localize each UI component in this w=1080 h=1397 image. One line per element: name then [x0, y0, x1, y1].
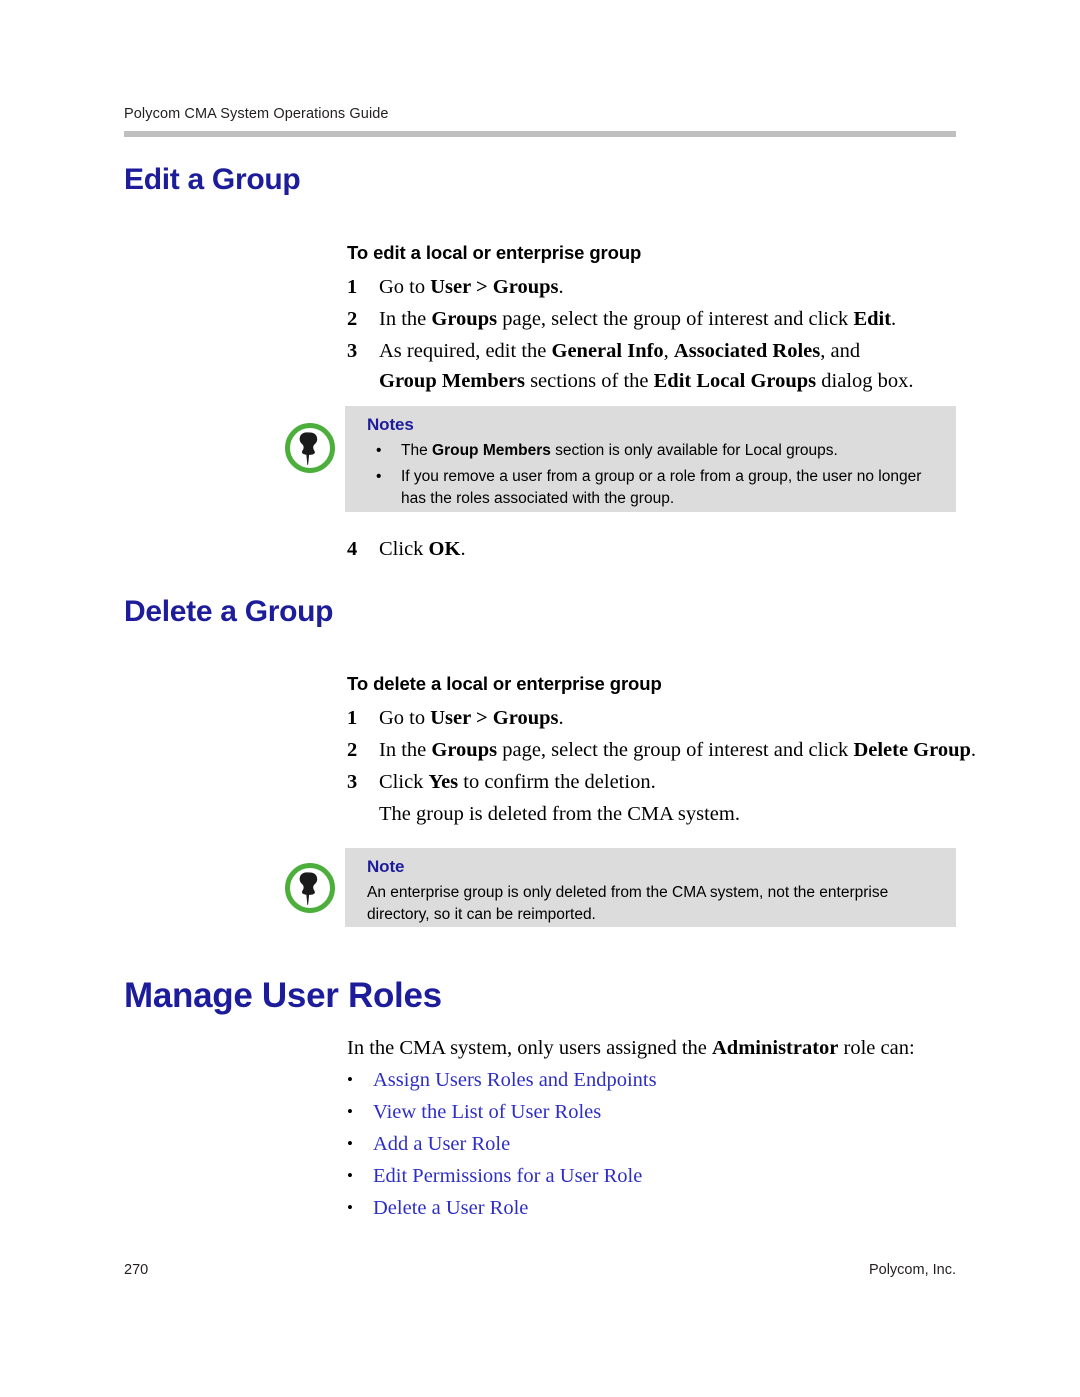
list-item[interactable]: • Assign Users Roles and Endpoints	[347, 1064, 907, 1096]
pushpin-icon	[281, 859, 339, 917]
step-item: 1 Go to User > Groups.	[347, 703, 947, 733]
manage-user-roles-intro: In the CMA system, only users assigned t…	[347, 1037, 915, 1059]
step-number: 1	[347, 276, 358, 298]
step-number: 3	[347, 340, 358, 362]
step-text: As required, edit the General Info, Asso…	[379, 340, 914, 392]
link-add-a-user-role[interactable]: Add a User Role	[373, 1128, 907, 1160]
heading-delete-a-group: Delete a Group	[124, 595, 334, 628]
step-text: Go to User > Groups.	[379, 276, 564, 298]
step-text: In the Groups page, select the group of …	[379, 308, 897, 330]
note-bullet-item: • If you remove a user from a group or a…	[367, 466, 938, 510]
note-bullet-item: • The Group Members section is only avai…	[367, 440, 938, 462]
procedure-title-edit-group: To edit a local or enterprise group	[347, 242, 642, 263]
step-item: 4 Click OK.	[347, 534, 747, 564]
footer-company-name: Polycom, Inc.	[868, 1262, 956, 1278]
note-body: An enterprise group is only deleted from…	[367, 884, 889, 923]
bullet-glyph: •	[376, 442, 382, 459]
step-item: 3 As required, edit the General Info, As…	[347, 336, 917, 396]
running-header: Polycom CMA System Operations Guide	[124, 106, 389, 122]
note-bullet-text: The Group Members section is only availa…	[401, 442, 838, 459]
step-number: 3	[347, 771, 358, 793]
bullet-glyph: •	[347, 1102, 353, 1121]
note-box: Note An enterprise group is only deleted…	[345, 848, 956, 927]
link-edit-permissions-for-a-user-role[interactable]: Edit Permissions for a User Role	[373, 1160, 907, 1192]
step-number: 2	[347, 308, 358, 330]
list-item[interactable]: • Edit Permissions for a User Role	[347, 1160, 907, 1192]
step-number: 1	[347, 707, 358, 729]
step-text: Click OK.	[379, 538, 466, 560]
heading-edit-a-group: Edit a Group	[124, 163, 301, 196]
step-item: 3 Click Yes to confirm the deletion.	[347, 767, 947, 797]
bullet-glyph: •	[347, 1166, 353, 1185]
document-page: Polycom CMA System Operations Guide Edit…	[0, 0, 1080, 1397]
header-divider-rule	[124, 131, 956, 137]
step-text: Click Yes to confirm the deletion.	[379, 771, 656, 793]
bullet-glyph: •	[347, 1070, 353, 1089]
step-item: 1 Go to User > Groups.	[347, 272, 947, 302]
note-title: Note	[367, 857, 405, 876]
list-item[interactable]: • Add a User Role	[347, 1128, 907, 1160]
note-bullet-text: If you remove a user from a group or a r…	[401, 468, 922, 507]
notes-box: Notes • The Group Members section is onl…	[345, 406, 956, 512]
link-assign-users-roles-and-endpoints[interactable]: Assign Users Roles and Endpoints	[373, 1064, 907, 1096]
list-item[interactable]: • View the List of User Roles	[347, 1096, 907, 1128]
bullet-glyph: •	[347, 1198, 353, 1217]
step-number: 2	[347, 739, 358, 761]
link-delete-a-user-role[interactable]: Delete a User Role	[373, 1192, 907, 1224]
procedure-title-delete-group: To delete a local or enterprise group	[347, 673, 662, 694]
cross-reference-list: • Assign Users Roles and Endpoints • Vie…	[347, 1064, 907, 1224]
bullet-glyph: •	[347, 1134, 353, 1153]
notes-body: • The Group Members section is only avai…	[367, 440, 938, 510]
bullet-glyph: •	[376, 468, 382, 485]
step-item: 2 In the Groups page, select the group o…	[347, 304, 967, 334]
delete-group-result-text: The group is deleted from the CMA system…	[379, 803, 740, 825]
step-number: 4	[347, 538, 358, 560]
footer-page-number: 270	[124, 1262, 149, 1278]
heading-manage-user-roles: Manage User Roles	[124, 976, 442, 1015]
step-text: In the Groups page, select the group of …	[379, 739, 977, 761]
list-item[interactable]: • Delete a User Role	[347, 1192, 907, 1224]
step-text: Go to User > Groups.	[379, 707, 564, 729]
step-item: 2 In the Groups page, select the group o…	[347, 735, 987, 765]
pushpin-icon	[281, 419, 339, 477]
link-view-the-list-of-user-roles[interactable]: View the List of User Roles	[373, 1096, 907, 1128]
notes-title: Notes	[367, 415, 414, 434]
